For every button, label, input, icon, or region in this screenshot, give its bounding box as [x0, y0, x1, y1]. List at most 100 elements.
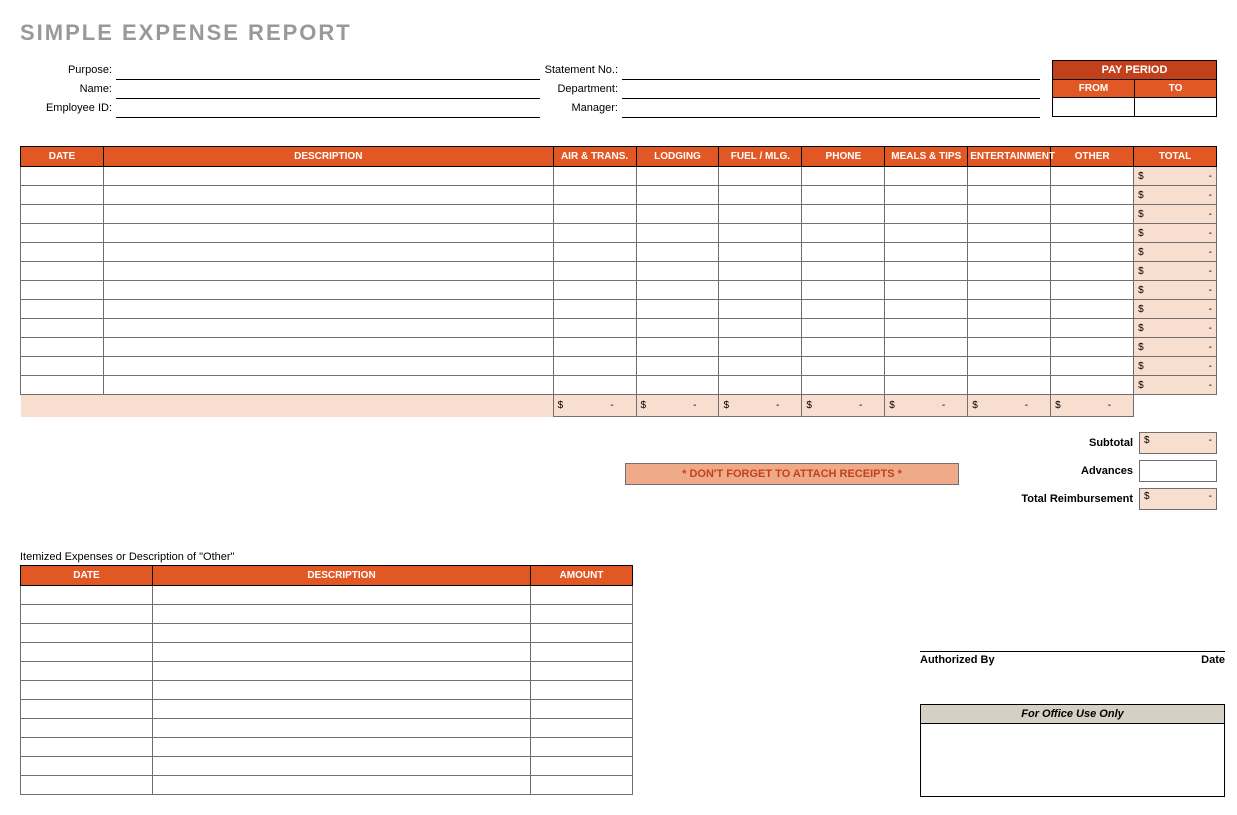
- expense-cell[interactable]: [1051, 376, 1134, 395]
- itemized-cell[interactable]: [21, 624, 153, 643]
- expense-cell[interactable]: [636, 319, 719, 338]
- itemized-cell[interactable]: [21, 605, 153, 624]
- expense-cell[interactable]: [1051, 167, 1134, 186]
- expense-cell[interactable]: [553, 262, 636, 281]
- expense-cell[interactable]: [636, 281, 719, 300]
- expense-cell[interactable]: [885, 338, 968, 357]
- itemized-cell[interactable]: [531, 586, 633, 605]
- expense-cell[interactable]: [553, 357, 636, 376]
- expense-cell[interactable]: [553, 319, 636, 338]
- expense-cell[interactable]: [968, 243, 1051, 262]
- manager-input[interactable]: [622, 102, 1040, 118]
- expense-cell[interactable]: [21, 186, 104, 205]
- expense-cell[interactable]: [1051, 338, 1134, 357]
- expense-cell[interactable]: [885, 357, 968, 376]
- expense-cell[interactable]: [103, 376, 553, 395]
- expense-cell[interactable]: [802, 376, 885, 395]
- expense-cell[interactable]: [21, 338, 104, 357]
- expense-cell[interactable]: [103, 281, 553, 300]
- expense-cell[interactable]: [21, 357, 104, 376]
- itemized-cell[interactable]: [153, 738, 531, 757]
- expense-cell[interactable]: [968, 357, 1051, 376]
- expense-cell[interactable]: [719, 186, 802, 205]
- expense-cell[interactable]: [802, 281, 885, 300]
- expense-cell[interactable]: [885, 376, 968, 395]
- expense-cell[interactable]: [636, 376, 719, 395]
- expense-cell[interactable]: [968, 300, 1051, 319]
- expense-cell[interactable]: [1051, 300, 1134, 319]
- expense-cell[interactable]: [1051, 243, 1134, 262]
- expense-cell[interactable]: [802, 205, 885, 224]
- itemized-cell[interactable]: [531, 681, 633, 700]
- expense-cell[interactable]: [636, 205, 719, 224]
- expense-cell[interactable]: [719, 319, 802, 338]
- expense-cell[interactable]: [103, 243, 553, 262]
- expense-cell[interactable]: [103, 319, 553, 338]
- expense-cell[interactable]: [802, 319, 885, 338]
- expense-cell[interactable]: [103, 186, 553, 205]
- expense-cell[interactable]: [719, 243, 802, 262]
- itemized-cell[interactable]: [531, 662, 633, 681]
- expense-cell[interactable]: [1051, 186, 1134, 205]
- name-input[interactable]: [116, 83, 540, 99]
- itemized-cell[interactable]: [21, 662, 153, 681]
- itemized-cell[interactable]: [531, 700, 633, 719]
- pay-period-to-value[interactable]: [1135, 98, 1216, 116]
- itemized-cell[interactable]: [153, 776, 531, 795]
- expense-cell[interactable]: [968, 281, 1051, 300]
- expense-cell[interactable]: [103, 205, 553, 224]
- expense-cell[interactable]: [885, 281, 968, 300]
- expense-cell[interactable]: [719, 167, 802, 186]
- expense-cell[interactable]: [719, 224, 802, 243]
- itemized-cell[interactable]: [153, 662, 531, 681]
- expense-cell[interactable]: [636, 186, 719, 205]
- purpose-input[interactable]: [116, 64, 540, 80]
- itemized-cell[interactable]: [21, 776, 153, 795]
- expense-cell[interactable]: [636, 300, 719, 319]
- itemized-cell[interactable]: [531, 643, 633, 662]
- department-input[interactable]: [622, 83, 1040, 99]
- expense-cell[interactable]: [636, 167, 719, 186]
- pay-period-from-value[interactable]: [1053, 98, 1135, 116]
- itemized-cell[interactable]: [21, 586, 153, 605]
- expense-cell[interactable]: [802, 338, 885, 357]
- itemized-cell[interactable]: [153, 700, 531, 719]
- expense-cell[interactable]: [802, 167, 885, 186]
- expense-cell[interactable]: [553, 205, 636, 224]
- expense-cell[interactable]: [103, 300, 553, 319]
- itemized-cell[interactable]: [531, 624, 633, 643]
- expense-cell[interactable]: [719, 281, 802, 300]
- expense-cell[interactable]: [103, 338, 553, 357]
- expense-cell[interactable]: [553, 338, 636, 357]
- itemized-cell[interactable]: [531, 757, 633, 776]
- expense-cell[interactable]: [802, 186, 885, 205]
- office-use-body[interactable]: [921, 724, 1224, 796]
- itemized-cell[interactable]: [153, 624, 531, 643]
- expense-cell[interactable]: [968, 319, 1051, 338]
- expense-cell[interactable]: [21, 319, 104, 338]
- expense-cell[interactable]: [636, 338, 719, 357]
- employee-id-input[interactable]: [116, 102, 540, 118]
- expense-cell[interactable]: [1051, 281, 1134, 300]
- expense-cell[interactable]: [885, 300, 968, 319]
- advances-value[interactable]: [1139, 460, 1217, 482]
- expense-cell[interactable]: [885, 205, 968, 224]
- expense-cell[interactable]: [21, 205, 104, 224]
- itemized-cell[interactable]: [21, 700, 153, 719]
- itemized-cell[interactable]: [153, 643, 531, 662]
- expense-cell[interactable]: [636, 262, 719, 281]
- itemized-cell[interactable]: [531, 738, 633, 757]
- expense-cell[interactable]: [968, 167, 1051, 186]
- expense-cell[interactable]: [885, 224, 968, 243]
- expense-cell[interactable]: [103, 357, 553, 376]
- expense-cell[interactable]: [802, 300, 885, 319]
- itemized-cell[interactable]: [531, 719, 633, 738]
- itemized-cell[interactable]: [531, 776, 633, 795]
- expense-cell[interactable]: [1051, 262, 1134, 281]
- expense-cell[interactable]: [21, 243, 104, 262]
- itemized-cell[interactable]: [531, 605, 633, 624]
- expense-cell[interactable]: [553, 281, 636, 300]
- expense-cell[interactable]: [103, 262, 553, 281]
- expense-cell[interactable]: [636, 357, 719, 376]
- expense-cell[interactable]: [553, 243, 636, 262]
